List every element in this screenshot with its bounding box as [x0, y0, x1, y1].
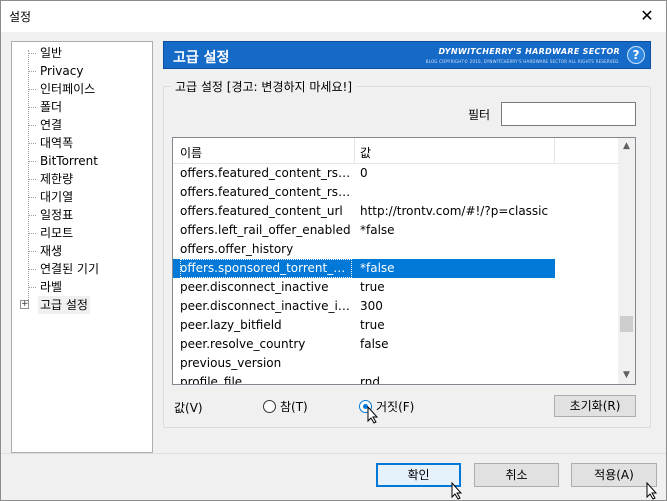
setting-row[interactable]: peer.resolve_country false	[173, 335, 555, 354]
setting-name[interactable]: offers.offer_history	[180, 240, 352, 259]
tree-connector	[28, 233, 36, 234]
tree-item-label[interactable]: 일정표	[38, 206, 75, 224]
setting-name[interactable]: offers.featured_content_url	[180, 202, 352, 221]
tree-connector	[28, 89, 36, 90]
tree-item-label[interactable]: 대기열	[38, 188, 75, 206]
cancel-button[interactable]: 취소	[474, 463, 559, 487]
title-bar: 설정 ✕	[1, 1, 666, 32]
window-title: 설정	[9, 10, 32, 24]
tree-connector	[28, 107, 36, 108]
setting-name[interactable]: peer.lazy_bitfield	[180, 316, 352, 335]
tree-item-label[interactable]: 리모트	[38, 224, 75, 242]
header-banner: 고급 설정 DYNWITCHERRY'S HARDWARE SECTOR BLO…	[163, 41, 651, 69]
setting-row[interactable]: offers.offer_history	[173, 240, 555, 259]
column-header-name[interactable]: 이름	[180, 144, 202, 161]
tree-item-label[interactable]: BitTorrent	[38, 152, 100, 170]
setting-value[interactable]: *false	[360, 259, 395, 278]
tree-connector	[28, 125, 36, 126]
tree-item-label[interactable]: 인터페이스	[38, 80, 97, 98]
help-icon[interactable]: ?	[627, 46, 645, 64]
tree-connector	[28, 197, 36, 198]
tree-item-label[interactable]: 고급 설정	[38, 296, 90, 314]
setting-name[interactable]: offers.left_rail_offer_enabled	[180, 221, 352, 240]
setting-row[interactable]: offers.sponsored_torrent_offer... *false	[173, 259, 555, 278]
tree-item-label[interactable]: 재생	[38, 242, 64, 260]
vertical-scrollbar[interactable]: ▲ ▼	[618, 138, 635, 384]
setting-row[interactable]: peer.disconnect_inactive_inter... 300	[173, 297, 555, 316]
setting-row[interactable]: offers.featured_content_url http://trontv…	[173, 202, 555, 221]
scroll-thumb[interactable]	[620, 316, 633, 332]
mouse-cursor-icon	[646, 482, 658, 500]
radio-false-label[interactable]: 거짓(F)	[376, 398, 414, 415]
setting-value[interactable]: false	[360, 335, 389, 354]
group-legend: 고급 설정 [경고: 변경하지 마세요!]	[171, 78, 356, 95]
setting-name[interactable]: offers.featured_content_rss_url	[180, 183, 352, 202]
tree-item-label[interactable]: 대역폭	[38, 134, 75, 152]
dialog-footer	[1, 453, 666, 500]
radio-true-circle[interactable]	[263, 400, 276, 413]
setting-name[interactable]: profile_file	[180, 373, 352, 384]
settings-tree: 일반 Privacy 인터페이스 폴더 연결 대역폭 BitTorrent 제한량 대기열 일정표…	[11, 41, 153, 453]
tree-item-label[interactable]: 연결	[38, 116, 64, 134]
banner-title: 고급 설정	[173, 50, 230, 66]
setting-name[interactable]: peer.disconnect_inactive_inter...	[180, 297, 352, 316]
setting-value[interactable]: true	[360, 316, 385, 335]
setting-row[interactable]: offers.featured_content_rss_url	[173, 183, 555, 202]
tree-item-label[interactable]: 제한량	[38, 170, 75, 188]
scroll-down-icon[interactable]: ▼	[618, 367, 635, 384]
tree-connector	[28, 269, 36, 270]
setting-value[interactable]: http://trontv.com/#!/?p=classic	[360, 202, 548, 221]
setting-value[interactable]: 0	[360, 164, 368, 183]
column-header-value[interactable]: 값	[360, 144, 371, 161]
settings-window: 설정 ✕ 일반 Privacy 인터페이스 폴더 연결 대역폭 BitTorrent 제한량 대…	[0, 0, 667, 501]
setting-name[interactable]: peer.disconnect_inactive	[180, 278, 352, 297]
value-label: 값(V)	[174, 401, 203, 415]
setting-name[interactable]: peer.resolve_country	[180, 335, 352, 354]
mouse-cursor-icon	[451, 482, 463, 500]
tree-item-label[interactable]: Privacy	[38, 62, 85, 80]
tree-item-label[interactable]: 폴더	[38, 98, 64, 116]
tree-connector	[28, 143, 36, 144]
ok-button[interactable]: 확인	[376, 463, 461, 487]
tree-expander-icon[interactable]: +	[20, 300, 29, 309]
settings-list[interactable]: 이름 값 offers.featured_content_rss_up...0o…	[172, 137, 636, 385]
filter-input[interactable]	[501, 102, 636, 126]
tree-item-label[interactable]: 일반	[38, 44, 64, 62]
banner-brand: DYNWITCHERRY'S HARDWARE SECTOR	[438, 47, 620, 56]
apply-button[interactable]: 적용(A)	[571, 463, 657, 487]
setting-row[interactable]: peer.disconnect_inactive true	[173, 278, 555, 297]
setting-value[interactable]: *false	[360, 221, 395, 240]
setting-row[interactable]: previous_version	[173, 354, 555, 373]
tree-connector	[28, 179, 36, 180]
filter-label: 필터	[468, 108, 491, 122]
tree-connector	[28, 161, 36, 162]
setting-row[interactable]: profile_file rnd	[173, 373, 555, 384]
tree-item-label[interactable]: 연결된 기기	[38, 260, 101, 278]
scroll-up-icon[interactable]: ▲	[618, 138, 635, 155]
setting-row[interactable]: offers.left_rail_offer_enabled *false	[173, 221, 555, 240]
setting-value[interactable]: true	[360, 278, 385, 297]
column-divider[interactable]	[354, 138, 355, 164]
setting-name[interactable]: previous_version	[180, 354, 352, 373]
tree-connector	[28, 287, 36, 288]
radio-true-label[interactable]: 참(T)	[280, 398, 308, 415]
banner-copyright: BLOG COPYRIGHT© 2010, DYNWITCHERRY'S HAR…	[425, 59, 620, 64]
close-icon[interactable]: ✕	[634, 5, 660, 27]
setting-name[interactable]: offers.featured_content_rss_up...	[180, 164, 352, 183]
tree-connector	[28, 251, 36, 252]
tree-connector	[28, 215, 36, 216]
list-header: 이름 값	[173, 138, 619, 164]
setting-row[interactable]: offers.featured_content_rss_up... 0	[173, 164, 555, 183]
column-divider[interactable]	[554, 138, 555, 164]
setting-name[interactable]: offers.sponsored_torrent_offer...	[180, 259, 352, 278]
setting-value[interactable]: rnd	[360, 373, 380, 384]
setting-value[interactable]: 300	[360, 297, 383, 316]
reset-button[interactable]: 초기화(R)	[554, 395, 636, 417]
setting-row[interactable]: peer.lazy_bitfield true	[173, 316, 555, 335]
tree-connector	[28, 53, 36, 54]
mouse-cursor-icon	[367, 406, 379, 424]
tree-item-label[interactable]: 라벨	[38, 278, 64, 296]
tree-connector	[28, 71, 36, 72]
